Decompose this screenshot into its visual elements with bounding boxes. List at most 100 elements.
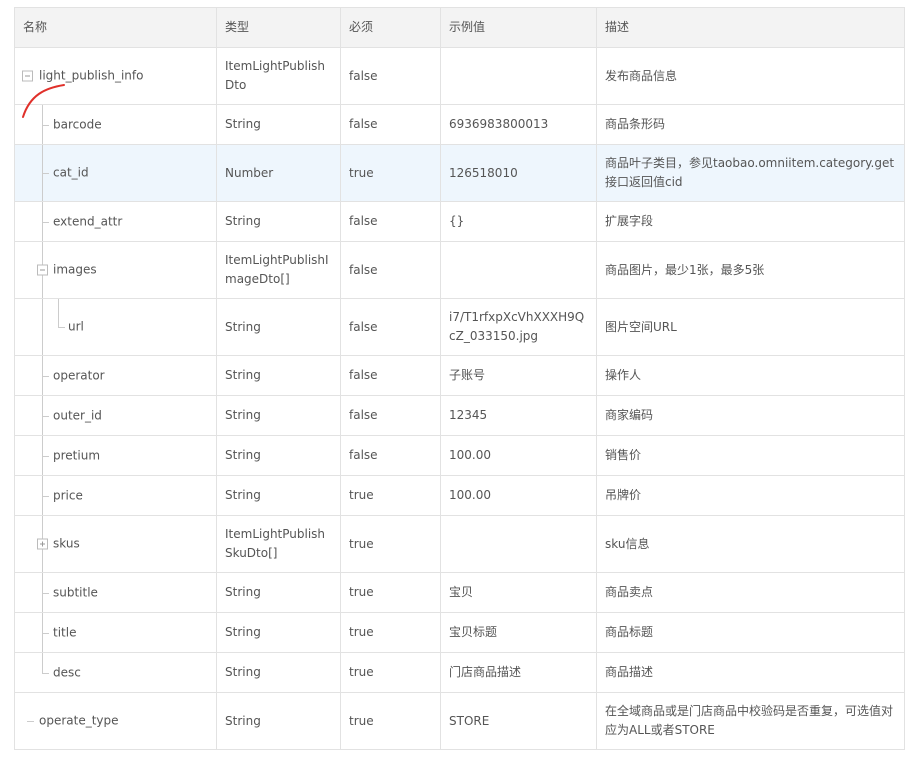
param-name: images bbox=[53, 262, 97, 277]
param-description: 商品图片，最少1张，最多5张 bbox=[596, 241, 905, 299]
table-row: desc String true 门店商品描述 商品描述 bbox=[14, 652, 905, 693]
param-name-cell: url bbox=[14, 298, 217, 356]
table-row: skus ItemLightPublishSkuDto[] true sku信息 bbox=[14, 515, 905, 573]
table-row: barcode String false 6936983800013 商品条形码 bbox=[14, 104, 905, 145]
table-row: price String true 100.00 吊牌价 bbox=[14, 475, 905, 516]
param-name: operate_type bbox=[39, 713, 119, 728]
table-row: light_publish_info ItemLightPublishDto f… bbox=[14, 47, 905, 105]
param-description: 商品描述 bbox=[596, 652, 905, 693]
tree-line bbox=[42, 299, 43, 355]
param-type: ItemLightPublishSkuDto[] bbox=[216, 515, 341, 573]
param-type: String bbox=[216, 104, 341, 145]
header-required: 必须 bbox=[340, 7, 441, 48]
table-row: cat_id Number true 126518010 商品叶子类目，参见ta… bbox=[14, 144, 905, 202]
param-example bbox=[440, 515, 597, 573]
tree-line bbox=[42, 592, 49, 594]
param-type: String bbox=[216, 355, 341, 396]
param-name: price bbox=[53, 488, 83, 502]
param-name: desc bbox=[53, 665, 81, 679]
param-name: url bbox=[68, 319, 84, 334]
param-description: 发布商品信息 bbox=[596, 47, 905, 105]
param-required: true bbox=[340, 475, 441, 516]
param-required: false bbox=[340, 241, 441, 299]
table-header-row: 名称 类型 必须 示例值 描述 bbox=[14, 7, 905, 48]
param-description: 操作人 bbox=[596, 355, 905, 396]
param-type: String bbox=[216, 652, 341, 693]
param-required: true bbox=[340, 572, 441, 613]
header-description: 描述 bbox=[596, 7, 905, 48]
param-name: barcode bbox=[53, 117, 102, 131]
param-description: 扩展字段 bbox=[596, 201, 905, 242]
param-example: 6936983800013 bbox=[440, 104, 597, 145]
param-description: 商品条形码 bbox=[596, 104, 905, 145]
table-row: pretium String false 100.00 销售价 bbox=[14, 435, 905, 476]
tree-line bbox=[58, 299, 59, 327]
param-name-cell: cat_id bbox=[14, 144, 217, 202]
param-name: skus bbox=[53, 536, 80, 551]
param-description: 销售价 bbox=[596, 435, 905, 476]
param-name-cell: title bbox=[14, 612, 217, 653]
param-type: String bbox=[216, 298, 341, 356]
param-description: 在全域商品或是门店商品中校验码是否重复，可选值对应为ALL或者STORE bbox=[596, 692, 905, 750]
param-required: true bbox=[340, 515, 441, 573]
param-type: ItemLightPublishImageDto[] bbox=[216, 241, 341, 299]
param-name-cell: outer_id bbox=[14, 395, 217, 436]
param-type: String bbox=[216, 435, 341, 476]
header-type: 类型 bbox=[216, 7, 341, 48]
tree-line bbox=[42, 495, 49, 497]
param-required: true bbox=[340, 692, 441, 750]
tree-line bbox=[27, 721, 34, 722]
table-row: outer_id String false 12345 商家编码 bbox=[14, 395, 905, 436]
param-name: subtitle bbox=[53, 585, 98, 599]
param-example bbox=[440, 241, 597, 299]
param-required: false bbox=[340, 435, 441, 476]
param-required: false bbox=[340, 298, 441, 356]
param-type: String bbox=[216, 395, 341, 436]
header-name: 名称 bbox=[14, 7, 217, 48]
param-name-cell: barcode bbox=[14, 104, 217, 145]
param-name: extend_attr bbox=[53, 214, 123, 228]
param-required: true bbox=[340, 652, 441, 693]
tree-line bbox=[42, 455, 49, 457]
parameter-table: 名称 类型 必须 示例值 描述 light_publish_info ItemL… bbox=[14, 7, 905, 750]
collapse-toggle-icon[interactable] bbox=[37, 264, 48, 276]
param-name: light_publish_info bbox=[39, 68, 144, 83]
expand-toggle-icon[interactable] bbox=[37, 538, 48, 550]
param-example: 126518010 bbox=[440, 144, 597, 202]
param-name-cell: desc bbox=[14, 652, 217, 693]
param-example: STORE bbox=[440, 692, 597, 750]
param-name-cell: skus bbox=[14, 515, 217, 573]
param-example bbox=[440, 47, 597, 105]
param-name-cell: operate_type bbox=[14, 692, 217, 750]
tree-line bbox=[42, 632, 49, 634]
table-row: url String false i7/T1rfxpXcVhXXXH9QcZ_0… bbox=[14, 298, 905, 356]
collapse-toggle-icon[interactable] bbox=[22, 70, 33, 82]
param-example: {} bbox=[440, 201, 597, 242]
table-row: operator String false 子账号 操作人 bbox=[14, 355, 905, 396]
param-required: false bbox=[340, 395, 441, 436]
param-required: false bbox=[340, 355, 441, 396]
param-type: String bbox=[216, 475, 341, 516]
param-required: true bbox=[340, 612, 441, 653]
param-example: i7/T1rfxpXcVhXXXH9QcZ_033150.jpg bbox=[440, 298, 597, 356]
param-example: 子账号 bbox=[440, 355, 597, 396]
param-name-cell: light_publish_info bbox=[14, 47, 217, 105]
param-example: 宝贝标题 bbox=[440, 612, 597, 653]
table-row: images ItemLightPublishImageDto[] false … bbox=[14, 241, 905, 299]
tree-line bbox=[42, 415, 49, 417]
param-name: outer_id bbox=[53, 408, 102, 422]
param-example: 100.00 bbox=[440, 435, 597, 476]
param-required: false bbox=[340, 104, 441, 145]
table-row: operate_type String true STORE 在全域商品或是门店… bbox=[14, 692, 905, 750]
param-name-cell: operator bbox=[14, 355, 217, 396]
param-name-cell: pretium bbox=[14, 435, 217, 476]
table-row: subtitle String true 宝贝 商品卖点 bbox=[14, 572, 905, 613]
param-name: title bbox=[53, 625, 77, 639]
param-name: pretium bbox=[53, 448, 101, 462]
param-name-cell: images bbox=[14, 241, 217, 299]
param-description: sku信息 bbox=[596, 515, 905, 573]
param-example: 12345 bbox=[440, 395, 597, 436]
param-type: String bbox=[216, 572, 341, 613]
page: 名称 类型 必须 示例值 描述 light_publish_info ItemL… bbox=[0, 0, 912, 757]
param-name: cat_id bbox=[53, 165, 89, 180]
